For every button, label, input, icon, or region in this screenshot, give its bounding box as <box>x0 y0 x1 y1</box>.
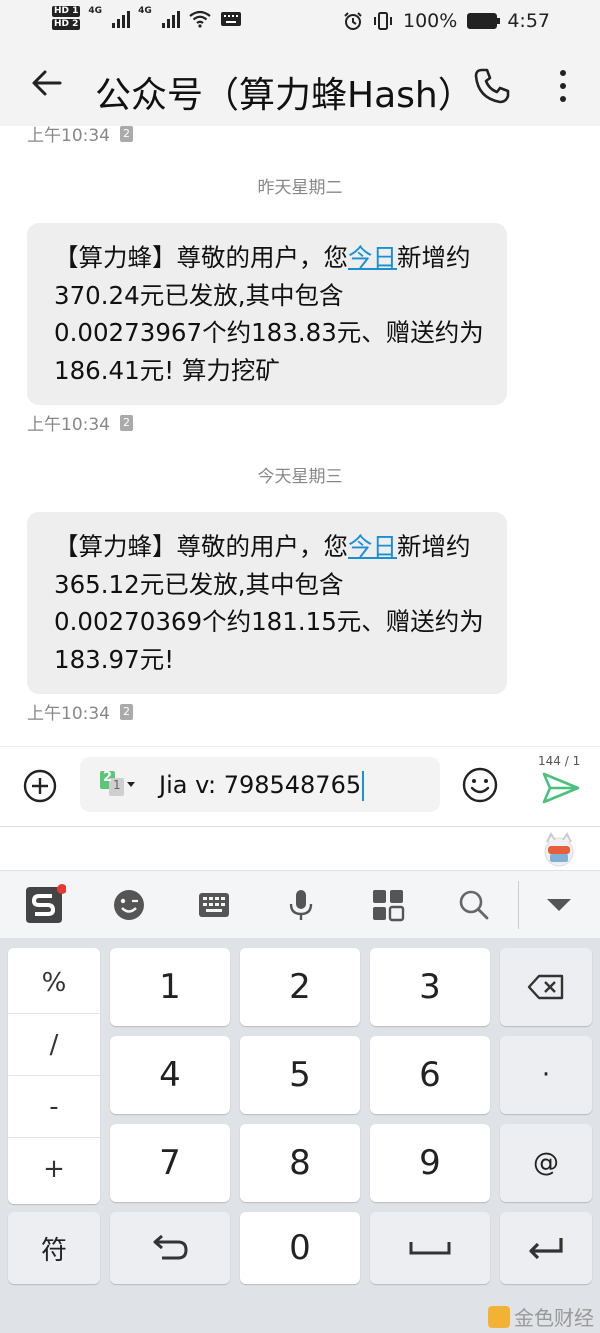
emoji-panel-icon[interactable] <box>111 887 147 923</box>
key-9[interactable]: 9 <box>370 1124 490 1202</box>
sogou-logo-icon[interactable] <box>22 883 66 927</box>
status-left: HD 1 HD 2 4G 4G <box>52 6 242 32</box>
sim-switch-sub-digit: 1 <box>113 778 121 792</box>
timestamp-text: 上午10:34 <box>27 415 110 435</box>
battery-percent: 100% <box>403 10 458 32</box>
more-options-icon[interactable] <box>553 66 573 106</box>
search-icon[interactable] <box>456 887 492 923</box>
conversation-title: 公众号（算力蜂Hash） <box>95 75 474 116</box>
backspace-key[interactable] <box>500 948 592 1026</box>
microphone-icon[interactable] <box>283 887 319 923</box>
enter-icon <box>529 1238 563 1260</box>
key-plus[interactable]: + <box>8 1138 100 1200</box>
message-input-value: Jia v: 798548765 <box>159 771 362 799</box>
keyboard-notification-icon <box>220 12 241 26</box>
key-at[interactable]: @ <box>500 1124 592 1202</box>
emoji-icon[interactable] <box>462 767 498 803</box>
ime-candidate-bar <box>0 826 600 870</box>
message-text-prefix: 【算力蜂】尊敬的用户，您 <box>54 243 348 272</box>
watermark-logo-icon <box>488 1305 510 1328</box>
numeric-keyboard: % / - + 1 2 3 4 5 6 · 7 8 9 @ 符 0 <box>0 938 600 1333</box>
key-4[interactable]: 4 <box>110 1036 230 1114</box>
message-input[interactable]: 2 1 Jia v: 798548765 <box>80 757 440 812</box>
key-3[interactable]: 3 <box>370 948 490 1026</box>
network-type-2: 4G <box>138 6 152 16</box>
key-1[interactable]: 1 <box>110 948 230 1026</box>
send-icon[interactable] <box>542 771 580 805</box>
undo-arrow-icon <box>153 1234 188 1260</box>
symbol-column[interactable]: % / - + <box>8 948 100 1204</box>
phone-icon[interactable] <box>472 66 512 106</box>
timestamp-text: 上午10:34 <box>27 126 110 146</box>
key-0[interactable]: 0 <box>240 1212 360 1284</box>
sim-card-icon: 2 <box>120 125 133 142</box>
key-percent[interactable]: % <box>8 952 100 1014</box>
key-2[interactable]: 2 <box>240 948 360 1026</box>
network-type-1: 4G <box>88 6 103 16</box>
sim-card-icon: 2 <box>120 414 133 431</box>
key-dot[interactable]: · <box>500 1036 592 1114</box>
message-timestamp: 上午10:34 2 <box>27 410 133 435</box>
key-8[interactable]: 8 <box>240 1124 360 1202</box>
watermark-text: 金色财经 <box>514 1306 594 1330</box>
hd-indicators: HD 1 HD 2 <box>52 6 81 32</box>
status-right: 100% 4:57 <box>343 10 550 32</box>
message-timestamp: 上午10:34 2 <box>27 121 133 146</box>
ime-toolbar <box>0 870 600 938</box>
signal-2-icon <box>161 10 180 28</box>
battery-icon <box>467 13 501 29</box>
message-list[interactable]: 上午10:34 2 昨天星期二 【算力蜂】尊敬的用户，您今日新增约370.24元… <box>0 125 600 746</box>
collapse-keyboard-icon[interactable] <box>541 887 577 923</box>
signal-1-icon <box>112 10 131 28</box>
back-arrow-icon[interactable] <box>30 66 64 100</box>
compose-bar: 2 1 Jia v: 798548765 144 / 1 <box>0 746 600 826</box>
wifi-icon <box>189 10 211 28</box>
status-bar: HD 1 HD 2 4G 4G 100% 4:57 <box>0 0 600 46</box>
message-link[interactable]: 今日 <box>348 532 397 561</box>
ime-mascot-icon[interactable] <box>541 832 577 868</box>
message-bubble[interactable]: 【算力蜂】尊敬的用户，您今日新增约365.12元已发放,其中包含0.002703… <box>27 512 507 694</box>
key-6[interactable]: 6 <box>370 1036 490 1114</box>
return-to-letters-key[interactable] <box>110 1212 230 1284</box>
add-attachment-icon[interactable] <box>23 769 57 803</box>
watermark: 金色财经 <box>488 1302 594 1331</box>
backspace-icon <box>527 974 564 1000</box>
message-link[interactable]: 今日 <box>348 243 397 272</box>
conversation-header: 公众号（算力蜂Hash） <box>0 46 600 126</box>
key-slash[interactable]: / <box>8 1014 100 1076</box>
message-input-text: Jia v: 798548765 <box>159 771 365 801</box>
enter-key[interactable] <box>500 1212 592 1284</box>
space-key[interactable] <box>370 1212 490 1284</box>
message-text-prefix: 【算力蜂】尊敬的用户，您 <box>54 532 348 561</box>
toolbox-grid-icon[interactable] <box>370 887 406 923</box>
message-bubble[interactable]: 【算力蜂】尊敬的用户，您今日新增约370.24元已发放,其中包含0.002739… <box>27 223 507 405</box>
message-timestamp: 上午10:34 2 <box>27 699 133 724</box>
key-minus[interactable]: - <box>8 1076 100 1138</box>
key-7[interactable]: 7 <box>110 1124 230 1202</box>
sim-switch-main-digit: 2 <box>103 770 113 785</box>
alarm-icon <box>344 12 362 30</box>
sim-card-icon: 2 <box>120 703 133 720</box>
day-separator: 今天星期三 <box>257 467 343 487</box>
hd1-badge: HD 1 <box>52 6 81 17</box>
hd2-badge: HD 2 <box>52 19 81 30</box>
vibrate-icon <box>374 12 392 30</box>
clock: 4:57 <box>507 10 550 32</box>
toolbar-divider <box>518 881 519 929</box>
timestamp-text: 上午10:34 <box>27 704 110 724</box>
space-icon <box>409 1242 451 1255</box>
key-5[interactable]: 5 <box>240 1036 360 1114</box>
character-counter: 144 / 1 <box>538 754 581 768</box>
symbol-switch-key[interactable]: 符 <box>8 1212 100 1284</box>
keyboard-layout-icon[interactable] <box>196 887 232 923</box>
text-cursor <box>362 771 365 801</box>
day-separator: 昨天星期二 <box>257 178 343 198</box>
